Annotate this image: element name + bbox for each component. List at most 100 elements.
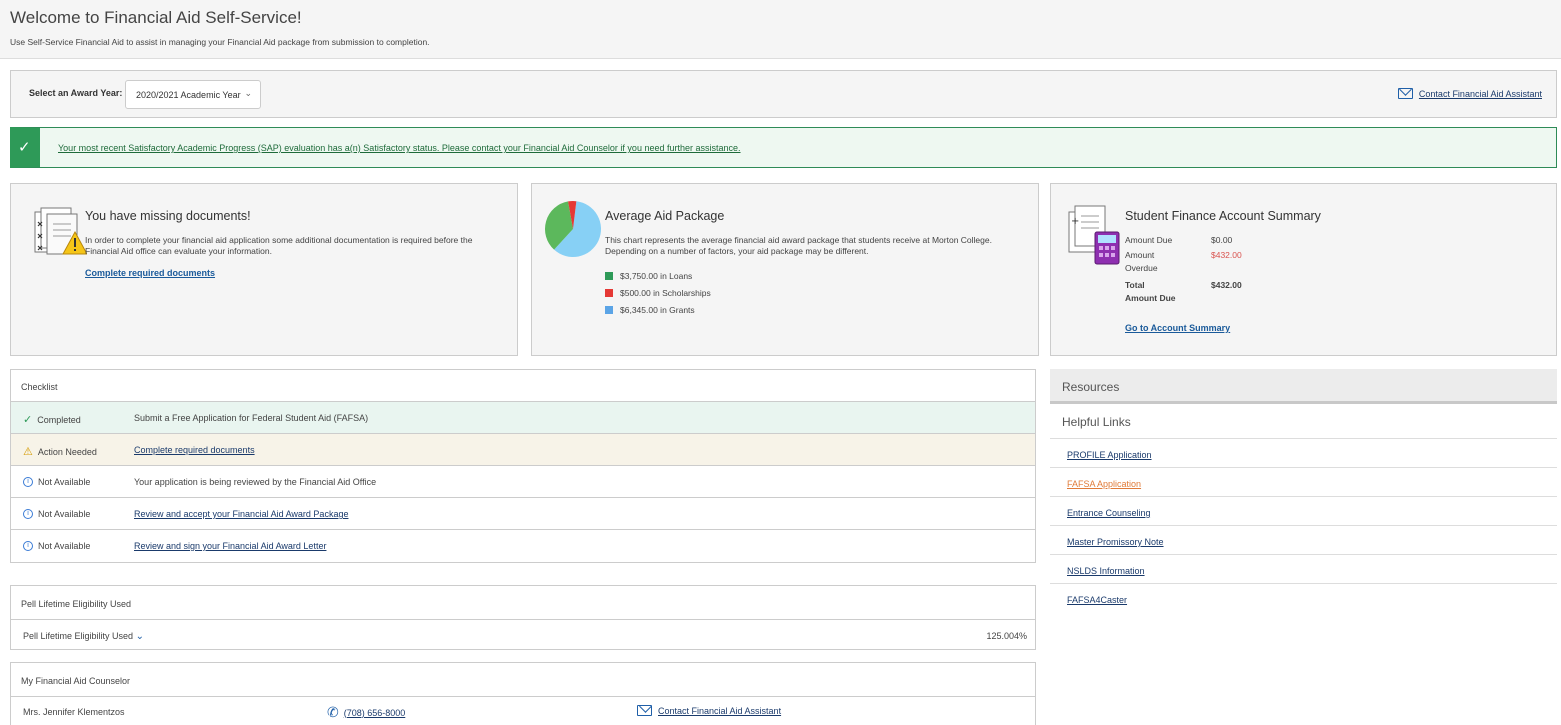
amount-due-label: Amount Due (1125, 235, 1173, 245)
helpful-links-list: PROFILE Application FAFSA Application En… (1050, 439, 1557, 613)
counselor-contact-label: Contact Financial Aid Assistant (658, 705, 782, 716)
checklist-header: Checklist (11, 370, 1035, 402)
entrance-counseling-link[interactable]: Entrance Counseling (1067, 508, 1151, 518)
aid-package-pie-chart (545, 201, 601, 257)
review-award-package-link[interactable]: Review and accept your Financial Aid Awa… (134, 509, 348, 519)
helpful-links-header: Helpful Links (1050, 404, 1557, 439)
aid-package-text: This chart represents the average financ… (605, 235, 992, 256)
checklist-desc: Your application is being reviewed by th… (134, 477, 377, 487)
checklist-row: i Not Available Review and accept your F… (11, 498, 1035, 530)
helpful-link-item: FAFSA4Caster (1050, 584, 1557, 613)
amount-due-value: $0.00 (1211, 235, 1233, 245)
chevron-down-icon: ⌄ (244, 88, 252, 98)
checklist-status: i Not Available (23, 509, 90, 519)
complete-documents-link[interactable]: Complete required documents (85, 268, 215, 278)
contact-assistant-label: Contact Financial Aid Assistant (1418, 88, 1542, 99)
page-subtitle: Use Self-Service Financial Aid to assist… (10, 37, 430, 47)
counselor-row: Mrs. Jennifer Klementzos ✆ (708) 656-800… (11, 697, 1035, 725)
legend-swatch-scholarships (605, 288, 613, 297)
contact-assistant-link[interactable]: Contact Financial Aid Assistant (1397, 88, 1542, 99)
counselor-phone: (708) 656-8000 (343, 707, 406, 718)
missing-documents-card: You have missing documents! In order to … (10, 183, 518, 356)
checklist-panel: Checklist ✓ Completed Submit a Free Appl… (10, 369, 1036, 563)
account-summary-title: Student Finance Account Summary (1125, 209, 1321, 223)
amount-overdue-value: $432.00 (1211, 250, 1242, 260)
legend-item-grants: $6,345.00 in Grants (605, 301, 711, 318)
award-year-bar: Select an Award Year: 2020/2021 Academic… (10, 70, 1557, 118)
checklist-status-label: Action Needed (37, 446, 97, 457)
checklist-status: i Not Available (23, 541, 90, 551)
pell-header: Pell Lifetime Eligibility Used (11, 586, 1035, 620)
legend-label-loans: $3,750.00 in Loans (620, 270, 693, 281)
legend-swatch-loans (605, 271, 613, 280)
checklist-row: i Not Available Your application is bein… (11, 466, 1035, 498)
average-aid-package-card: Average Aid Package This chart represent… (531, 183, 1039, 356)
pell-eligibility-panel: Pell Lifetime Eligibility Used Pell Life… (10, 585, 1036, 650)
checklist-desc: Submit a Free Application for Federal St… (134, 413, 369, 423)
total-amount-label-2: Amount Due (1125, 293, 1176, 303)
counselor-phone-link[interactable]: ✆ (708) 656-8000 (327, 704, 405, 721)
svg-text:+: + (1071, 216, 1079, 227)
checklist-status: ✓ Completed (23, 413, 81, 426)
total-amount-value: $432.00 (1211, 280, 1242, 290)
checklist-status-label: Not Available (38, 509, 91, 519)
award-year-select[interactable]: 2020/2021 Academic Year ⌄ (125, 80, 261, 109)
helpful-link-item: FAFSA Application (1050, 468, 1557, 497)
pell-value: 125.004% (986, 631, 1027, 641)
helpful-link-item: NSLDS Information (1050, 555, 1557, 584)
sap-status-banner: ✓ Your most recent Satisfactory Academic… (10, 127, 1557, 168)
account-summary-table: Amount Due $0.00 Amount $432.00 Overdue … (1125, 235, 1255, 306)
checklist-status: i Not Available (23, 477, 90, 487)
helpful-link-item: Entrance Counseling (1050, 497, 1557, 526)
checklist-status: ⚠ Action Needed (23, 445, 97, 458)
chevron-down-icon: ⌄ (135, 631, 144, 642)
fafsa-application-link[interactable]: FAFSA Application (1067, 479, 1141, 489)
master-promissory-note-link[interactable]: Master Promissory Note (1067, 537, 1164, 547)
amount-overdue-label-2: Overdue (1125, 263, 1158, 273)
info-icon: i (23, 541, 33, 551)
pell-row[interactable]: Pell Lifetime Eligibility Used ⌄ 125.004… (11, 620, 1035, 650)
checklist-status-label: Not Available (38, 541, 91, 551)
checklist-row: i Not Available Review and sign your Fin… (11, 530, 1035, 562)
complete-documents-checklist-link[interactable]: Complete required documents (134, 445, 255, 455)
helpful-link-item: Master Promissory Note (1050, 526, 1557, 555)
award-year-selected: 2020/2021 Academic Year (136, 90, 241, 100)
missing-documents-text: In order to complete your financial aid … (85, 235, 473, 256)
total-amount-label: Total (1125, 280, 1145, 290)
checkmark-icon: ✓ (23, 414, 33, 426)
sap-status-link[interactable]: Your most recent Satisfactory Academic P… (58, 143, 741, 153)
legend-swatch-grants (605, 305, 613, 314)
info-icon: i (23, 477, 33, 487)
account-summary-card: + Student Finance Account Summary Amount… (1050, 183, 1557, 356)
page-title: Welcome to Financial Aid Self-Service! (10, 8, 302, 27)
fafsa4caster-link[interactable]: FAFSA4Caster (1067, 595, 1127, 605)
legend-item-loans: $3,750.00 in Loans (605, 267, 711, 284)
helpful-link-item: PROFILE Application (1050, 439, 1557, 468)
info-icon: i (23, 509, 33, 519)
pell-row-toggle[interactable]: Pell Lifetime Eligibility Used ⌄ (23, 631, 144, 642)
checklist-row: ✓ Completed Submit a Free Application fo… (11, 402, 1035, 434)
finance-calculator-icon: + (1068, 205, 1120, 265)
pell-row-label: Pell Lifetime Eligibility Used (23, 631, 134, 641)
award-year-label: Select an Award Year: (29, 88, 123, 98)
counselor-header: My Financial Aid Counselor (11, 663, 1035, 697)
counselor-contact-link[interactable]: Contact Financial Aid Assistant (637, 705, 781, 716)
legend-item-scholarships: $500.00 in Scholarships (605, 284, 711, 301)
aid-package-legend: $3,750.00 in Loans $500.00 in Scholarshi… (605, 267, 711, 318)
phone-icon: ✆ (327, 704, 339, 720)
counselor-panel: My Financial Aid Counselor Mrs. Jennifer… (10, 662, 1036, 725)
page-header: Welcome to Financial Aid Self-Service! U… (0, 0, 1561, 59)
missing-documents-title: You have missing documents! (85, 209, 251, 223)
aid-package-title: Average Aid Package (605, 209, 725, 223)
nslds-information-link[interactable]: NSLDS Information (1067, 566, 1145, 576)
account-summary-link[interactable]: Go to Account Summary (1125, 323, 1230, 333)
profile-application-link[interactable]: PROFILE Application (1067, 450, 1152, 460)
counselor-name: Mrs. Jennifer Klementzos (23, 707, 125, 717)
checkmark-icon: ✓ (18, 139, 31, 156)
review-award-letter-link[interactable]: Review and sign your Financial Aid Award… (134, 541, 326, 551)
envelope-icon (1397, 88, 1413, 99)
legend-label-grants: $6,345.00 in Grants (620, 304, 695, 315)
warning-icon: ⚠ (23, 446, 33, 458)
legend-label-scholarships: $500.00 in Scholarships (620, 287, 711, 298)
checklist-status-label: Completed (37, 414, 81, 425)
